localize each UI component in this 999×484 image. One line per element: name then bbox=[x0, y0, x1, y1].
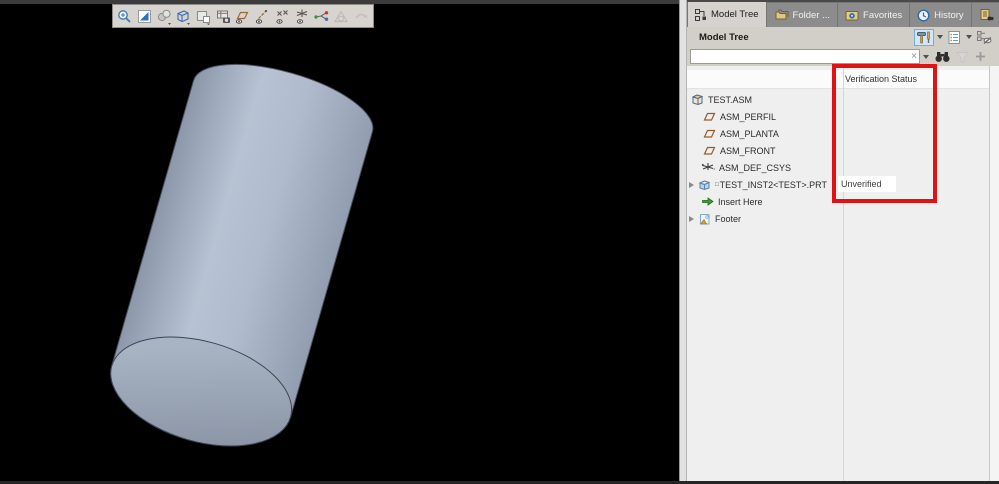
panel-splitter[interactable] bbox=[679, 0, 687, 484]
tab-folder-browser[interactable]: Folder ... bbox=[767, 3, 838, 27]
tab-model-tree[interactable]: Model Tree bbox=[688, 2, 766, 27]
expand-arrow-icon[interactable] bbox=[689, 182, 694, 188]
panel-titlebar: Model Tree bbox=[687, 27, 999, 47]
tree-item-label: Insert Here bbox=[718, 197, 763, 207]
zoom-in-icon[interactable] bbox=[116, 7, 134, 26]
tree-scrollbar[interactable] bbox=[989, 66, 999, 484]
datum-plane-icon bbox=[703, 145, 716, 156]
application-window: Model Tree Folder ... Favorites History bbox=[0, 0, 999, 484]
shading-style-icon[interactable] bbox=[155, 7, 173, 26]
tree-item-label: TEST_INST2<TEST>.PRT bbox=[720, 180, 827, 190]
tab-label: Favorites bbox=[863, 10, 902, 21]
tree-item-label: ASM_PLANTA bbox=[720, 129, 779, 139]
add-filter-icon[interactable] bbox=[972, 48, 989, 65]
panel-title: Model Tree bbox=[699, 32, 749, 43]
tools-icon[interactable] bbox=[914, 29, 934, 46]
display-list-icon[interactable] bbox=[946, 29, 963, 46]
spin-center-icon[interactable] bbox=[313, 7, 331, 26]
tree-filter-bar: × bbox=[687, 47, 999, 66]
tree-item-csys[interactable]: ASM_DEF_CSYS bbox=[687, 159, 989, 176]
tree-collapse-icon[interactable] bbox=[975, 29, 994, 46]
instance-marker: □ bbox=[715, 182, 719, 188]
expand-arrow-icon[interactable] bbox=[689, 216, 694, 222]
datum-plane-icon bbox=[703, 128, 716, 139]
tab-label: History bbox=[934, 10, 964, 21]
clear-filter-icon[interactable]: × bbox=[911, 50, 917, 63]
tree-item-insert-here[interactable]: Insert Here bbox=[687, 193, 989, 210]
verification-status-cell: Unverified bbox=[838, 176, 896, 192]
tree-item-label: Footer bbox=[715, 214, 741, 224]
column-header-row bbox=[687, 70, 989, 89]
insert-here-icon bbox=[701, 196, 714, 207]
binoculars-icon[interactable] bbox=[932, 48, 953, 65]
tree-item-label: TEST.ASM bbox=[708, 95, 752, 105]
display-list-dropdown-caret[interactable] bbox=[966, 35, 972, 39]
tree-item-label: ASM_PERFIL bbox=[720, 112, 776, 122]
tab-search[interactable] bbox=[972, 3, 999, 27]
footer-icon bbox=[698, 213, 711, 225]
model-tree-icon bbox=[695, 8, 707, 21]
part-icon bbox=[698, 179, 711, 191]
tree-item-label: ASM_FRONT bbox=[720, 146, 776, 156]
filter-dropdown-caret[interactable] bbox=[923, 55, 929, 59]
search-tab-icon bbox=[979, 8, 994, 22]
folder-icon bbox=[774, 9, 789, 22]
graphics-area[interactable] bbox=[0, 0, 679, 484]
tree-item-label: ASM_DEF_CSYS bbox=[719, 163, 791, 173]
tab-favorites[interactable]: Favorites bbox=[838, 3, 909, 27]
tree-item-assembly[interactable]: TEST.ASM bbox=[687, 91, 989, 108]
favorites-icon bbox=[845, 9, 859, 22]
refit-icon[interactable] bbox=[136, 7, 154, 26]
nav-dragger-icon[interactable] bbox=[352, 7, 370, 26]
csys-icon bbox=[701, 162, 715, 174]
tree-filter-input[interactable] bbox=[691, 54, 919, 67]
tab-history[interactable]: History bbox=[910, 3, 971, 27]
axis-display-icon[interactable] bbox=[254, 7, 272, 26]
tree-item-footer[interactable]: Footer bbox=[687, 210, 989, 227]
navigator-tabs: Model Tree Folder ... Favorites History bbox=[687, 0, 999, 27]
display-style-icon[interactable] bbox=[175, 7, 193, 26]
graphics-toolbar bbox=[112, 4, 374, 28]
cylinder-model[interactable] bbox=[0, 0, 679, 484]
datum-plane-icon bbox=[703, 111, 716, 122]
tree-item-datum-plane[interactable]: ASM_PLANTA bbox=[687, 125, 989, 142]
verification-status-column-header[interactable]: Verification Status bbox=[845, 70, 917, 89]
tree-filter-box: × bbox=[690, 49, 920, 64]
model-tree-area: Verification Status TEST.ASM ASM_PERFIL bbox=[687, 66, 999, 484]
assembly-icon bbox=[690, 93, 704, 106]
saved-orientations-icon[interactable] bbox=[195, 7, 213, 26]
tab-label: Model Tree bbox=[711, 9, 759, 20]
funnel-icon[interactable] bbox=[953, 48, 972, 65]
navigator-panel: Model Tree Folder ... Favorites History bbox=[687, 0, 999, 484]
tree-item-datum-plane[interactable]: ASM_FRONT bbox=[687, 142, 989, 159]
tree-item-datum-plane[interactable]: ASM_PERFIL bbox=[687, 108, 989, 125]
tools-dropdown-caret[interactable] bbox=[937, 35, 943, 39]
model-tree-rows: TEST.ASM ASM_PERFIL ASM_PLANTA bbox=[687, 91, 989, 227]
view-manager-icon[interactable] bbox=[214, 7, 232, 26]
perspective-icon[interactable] bbox=[333, 7, 351, 26]
tab-label: Folder ... bbox=[793, 10, 831, 21]
csys-display-icon[interactable] bbox=[293, 7, 311, 26]
point-display-icon[interactable] bbox=[274, 7, 292, 26]
history-icon bbox=[917, 9, 930, 22]
plane-display-icon[interactable] bbox=[234, 7, 252, 26]
